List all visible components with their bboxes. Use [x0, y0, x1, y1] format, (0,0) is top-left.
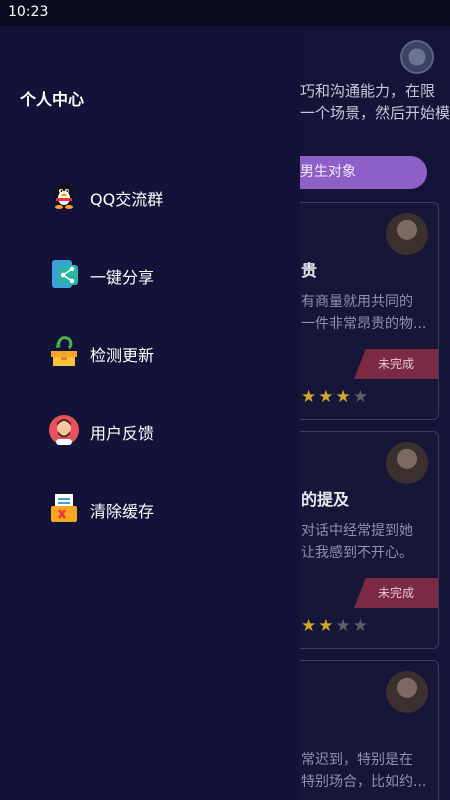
star-icon: ★: [335, 387, 353, 407]
card-title: 的提及: [301, 490, 350, 509]
status-bar: 10:23: [0, 0, 450, 26]
status-badge: 未完成: [354, 578, 438, 608]
card-description: 有商量就用共同的 一件非常昂贵的物...: [301, 291, 426, 335]
desc-line: 特别场合，比如约...: [301, 774, 427, 790]
card-description: 常迟到，特别是在 特别场合，比如约...: [301, 749, 426, 793]
intro-line: 一个场景，然后开始模: [300, 104, 450, 122]
desc-line: 常迟到，特别是在: [301, 752, 413, 768]
status-badge: 未完成: [354, 349, 438, 379]
intro-text: 巧和沟通能力，在限 一个场景，然后开始模: [300, 80, 450, 124]
menu-item-feedback[interactable]: 用户反馈: [48, 410, 268, 450]
menu-item-share[interactable]: 一键分享: [48, 254, 268, 294]
clear-cache-icon: [48, 492, 80, 524]
menu-item-label: 一键分享: [90, 268, 155, 287]
star-icon: ★: [318, 387, 336, 407]
card-title: 贵: [301, 261, 318, 280]
user-avatar-icon: [48, 414, 80, 446]
intro-line: 巧和沟通能力，在限: [300, 82, 436, 100]
menu-item-qq-group[interactable]: QQ交流群: [48, 176, 268, 216]
star-icon: ★: [352, 616, 370, 636]
star-rating: ★★★★: [301, 616, 370, 636]
desc-line: 一件非常昂贵的物...: [301, 316, 427, 332]
menu-item-clear-cache[interactable]: 清除缓存: [48, 488, 268, 528]
drawer-title: 个人中心: [20, 90, 85, 109]
menu-item-check-update[interactable]: 检测更新: [48, 332, 268, 372]
star-icon: ★: [352, 387, 370, 407]
star-icon: ★: [335, 616, 353, 636]
menu-item-label: 清除缓存: [90, 502, 155, 521]
status-time: 10:23: [8, 4, 49, 20]
share-icon: [48, 258, 80, 290]
desc-line: 让我感到不开心。: [301, 545, 413, 561]
star-icon: ★: [318, 616, 336, 636]
avatar: [386, 442, 428, 484]
navigation-drawer: 个人中心 QQ交流群 一键分享 检测更新 用户反馈 清除缓存: [0, 0, 300, 800]
menu-item-label: 检测更新: [90, 346, 155, 365]
menu-item-label: 用户反馈: [90, 424, 155, 443]
menu-item-label: QQ交流群: [90, 190, 164, 209]
desc-line: 有商量就用共同的: [301, 294, 413, 310]
qq-penguin-icon: [48, 180, 80, 212]
star-icon: ★: [301, 616, 319, 636]
star-rating: ★★★★: [301, 387, 370, 407]
update-box-icon: [48, 336, 80, 368]
star-icon: ★: [301, 387, 319, 407]
avatar: [386, 213, 428, 255]
badge-icon[interactable]: [400, 40, 434, 74]
avatar: [386, 671, 428, 713]
desc-line: 对话中经常提到她: [301, 523, 413, 539]
card-description: 对话中经常提到她 让我感到不开心。: [301, 520, 413, 564]
